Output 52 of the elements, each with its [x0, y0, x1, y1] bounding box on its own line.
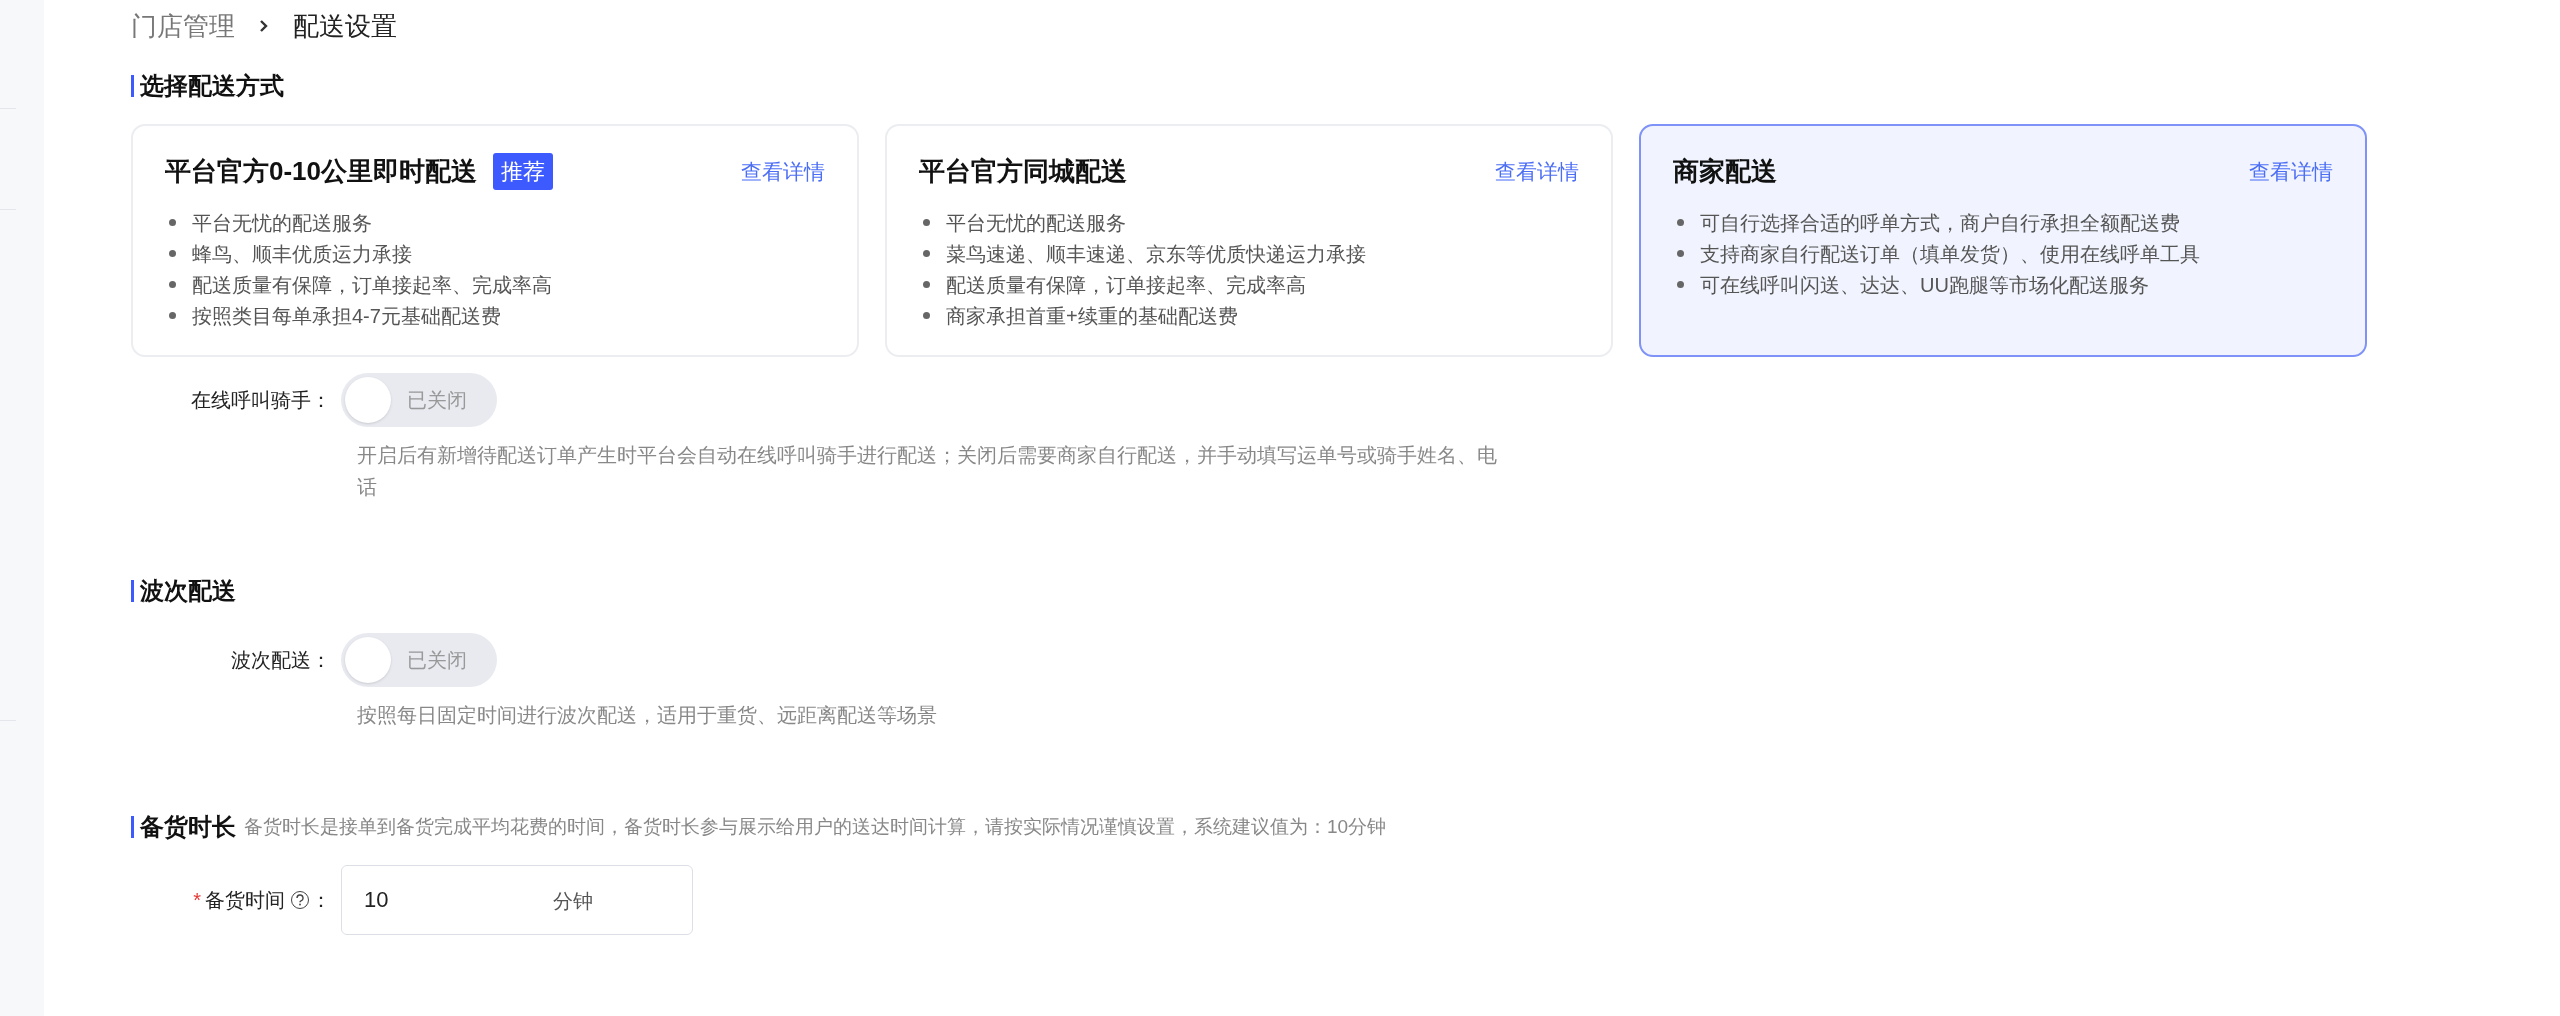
hint-text: 备货时长是接单到备货完成平均花费的时间，备货时长参与展示给用户的送达时间计算，请按实际情况谨慎设置，系统建议值为：10分钟 [244, 814, 1387, 839]
feature-text: 蜂鸟、顺丰优质运力承接 [192, 241, 412, 267]
feature-text: 可在线呼叫闪送、达达、UU跑腿等市场化配送服务 [1700, 272, 2149, 298]
chevron-icon [259, 19, 269, 33]
colon-text: ： [311, 888, 331, 913]
toggle-switch[interactable]: 已关闭 [341, 633, 497, 687]
feature-text: 商家承担首重+续重的基础配送费 [946, 303, 1238, 329]
card-title: 平台官方0-10公里即时配送 [165, 155, 478, 188]
required-mark: * [193, 888, 201, 913]
delivery-option-card[interactable]: 平台官方同城配送 查看详情 平台无忧的配送服务 菜鸟速递、顺丰速递、京东等优质快递运力承接 配送质量有保障，订单接起率、完成率高 商家承担首重+续重的基础配送费 [885, 124, 1613, 357]
bullet-icon [169, 219, 176, 226]
card-title: 平台官方同城配送 [919, 155, 1127, 188]
toggle-switch[interactable]: 已关闭 [341, 373, 497, 427]
breadcrumb-item[interactable]: 门店管理 [131, 6, 235, 46]
field-label: 波次配送： [230, 648, 332, 673]
delivery-option-card[interactable]: 平台官方0-10公里即时配送 推荐 查看详情 平台无忧的配送服务 蜂鸟、顺丰优质运力承接 配送质量有保障，订单接起率、完成率高 按照类目每单承担4-7元基础配送费 [131, 124, 859, 357]
feature-text: 配送质量有保障，订单接起率、完成率高 [946, 272, 1306, 298]
details-link[interactable]: 查看详情 [2249, 155, 2333, 188]
section-title: 选择配送方式 [140, 71, 284, 101]
details-link[interactable]: 查看详情 [741, 155, 825, 188]
card-title: 商家配送 [1673, 155, 1777, 188]
bullet-icon [1677, 281, 1684, 288]
recommended-badge: 推荐 [493, 153, 554, 190]
breadcrumb-item: 配送设置 [293, 9, 397, 43]
description-text: 开启后有新增待配送订单产生时平台会自动在线呼叫骑手进行配送；关闭后需要商家自行配送，并手动填写运单号或骑手姓名、电话 [357, 443, 1497, 500]
feature-text: 按照类目每单承担4-7元基础配送费 [192, 303, 501, 329]
section-title: 备货时长 [140, 812, 236, 842]
bullet-icon [923, 219, 930, 226]
bullet-icon [923, 281, 930, 288]
bullet-icon [923, 250, 930, 257]
feature-text: 菜鸟速递、顺丰速递、京东等优质快递运力承接 [946, 241, 1366, 267]
feature-text: 平台无忧的配送服务 [946, 210, 1126, 236]
accent-bar [131, 816, 134, 838]
feature-text: 配送质量有保障，订单接起率、完成率高 [192, 272, 552, 298]
feature-text: 支持商家自行配送订单（填单发货）、使用在线呼单工具 [1700, 241, 2200, 267]
description-text: 按照每日固定时间进行波次配送，适用于重货、远距离配送等场景 [357, 703, 938, 728]
section-title: 波次配送 [140, 576, 236, 606]
bullet-icon [169, 250, 176, 257]
feature-text: 平台无忧的配送服务 [192, 210, 372, 236]
bullet-icon [169, 281, 176, 288]
feature-text: 可自行选择合适的呼单方式，商户自行承担全额配送费 [1700, 210, 2180, 236]
delivery-option-card[interactable]: 商家配送 查看详情 可自行选择合适的呼单方式，商户自行承担全额配送费 支持商家自行配送订单（填单发货）、使用在线呼单工具 可在线呼叫闪送、达达、UU跑腿等市场化配送服务 [1639, 124, 2367, 357]
accent-bar [131, 75, 134, 97]
bullet-icon [1677, 219, 1684, 226]
details-link[interactable]: 查看详情 [1495, 155, 1579, 188]
field-label: 在线呼叫骑手： [190, 388, 332, 413]
bullet-icon [1677, 250, 1684, 257]
accent-bar [131, 580, 134, 602]
unit-label: 分钟 [553, 889, 593, 914]
field-label: 备货时间 [205, 888, 285, 913]
bullet-icon [169, 312, 176, 319]
bullet-icon [923, 312, 930, 319]
